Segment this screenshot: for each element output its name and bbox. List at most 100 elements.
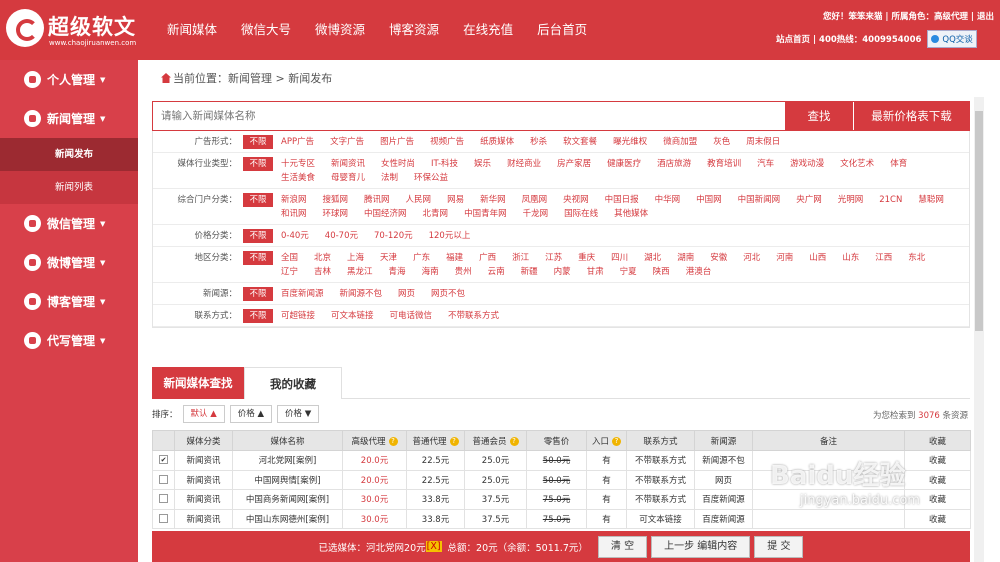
nav-recharge[interactable]: 在线充值 (451, 0, 525, 60)
table-cell[interactable]: 收藏 (904, 508, 971, 529)
filter-option[interactable]: 慧聪网 (918, 193, 944, 207)
filter-option[interactable]: 海南 (422, 265, 439, 279)
filter-option[interactable]: 黑龙江 (347, 265, 373, 279)
filter-option[interactable]: IT-科技 (431, 157, 458, 171)
prev-step-button[interactable]: 上一步 编辑内容 (651, 535, 751, 558)
row-checkbox[interactable] (159, 494, 168, 504)
filter-option[interactable]: 湖北 (644, 251, 661, 265)
filter-all-badge[interactable]: 不限 (243, 193, 273, 207)
filter-option[interactable]: 可超链接 (281, 309, 315, 323)
nav-blog[interactable]: 博客资源 (377, 0, 451, 60)
filter-option[interactable]: 新闻资讯 (331, 157, 365, 171)
table-cell[interactable]: 收藏 (904, 469, 971, 490)
sidebar-item-news[interactable]: 新闻管理 ▼ (0, 99, 138, 138)
filter-option[interactable]: 可电话微信 (390, 309, 433, 323)
filter-option[interactable]: 可文本链接 (331, 309, 374, 323)
filter-option[interactable]: 东北 (908, 251, 925, 265)
filter-option[interactable]: 十元专区 (281, 157, 315, 171)
filter-option[interactable]: 陕西 (653, 265, 670, 279)
filter-option[interactable]: 文化艺术 (840, 157, 874, 171)
scrollbar-thumb[interactable] (975, 111, 983, 331)
nav-weibo[interactable]: 微博资源 (303, 0, 377, 60)
nav-admin-home[interactable]: 后台首页 (525, 0, 599, 60)
filter-option[interactable]: 新疆 (521, 265, 538, 279)
filter-option[interactable]: 央广网 (796, 193, 822, 207)
filter-option[interactable]: 曝光维权 (613, 135, 647, 149)
filter-option[interactable]: 广东 (413, 251, 430, 265)
filter-option[interactable]: 70-120元 (374, 229, 413, 243)
filter-option[interactable]: 四川 (611, 251, 628, 265)
row-checkbox[interactable] (159, 474, 168, 484)
filter-option[interactable]: 央视网 (563, 193, 589, 207)
filter-all-badge[interactable]: 不限 (243, 135, 273, 149)
sidebar-item-wechat[interactable]: 微信管理 ▼ (0, 204, 138, 243)
sidebar-sub-news-list[interactable]: 新闻列表 (0, 171, 138, 204)
filter-option[interactable]: 北青网 (423, 207, 449, 221)
filter-option[interactable]: 财经商业 (507, 157, 541, 171)
filter-option[interactable]: 福建 (446, 251, 463, 265)
filter-option[interactable]: 山东 (842, 251, 859, 265)
filter-option[interactable]: 新闻源不包 (340, 287, 383, 301)
filter-option[interactable]: 教育培训 (707, 157, 741, 171)
filter-option[interactable]: 酒店旅游 (657, 157, 691, 171)
filter-option[interactable]: 法制 (381, 171, 398, 185)
filter-option[interactable]: 新浪网 (281, 193, 307, 207)
filter-option[interactable]: 贵州 (455, 265, 472, 279)
filter-option[interactable]: 千龙网 (523, 207, 549, 221)
sort-default-button[interactable]: 默认 ▲ (182, 405, 225, 423)
home-icon[interactable] (161, 73, 171, 83)
search-input[interactable] (153, 102, 785, 130)
filter-option[interactable]: 全国 (281, 251, 298, 265)
row-checkbox[interactable] (159, 513, 168, 523)
sidebar-item-personal[interactable]: 个人管理 ▼ (0, 60, 138, 99)
sidebar-item-ghostwrite[interactable]: 代写管理 ▼ (0, 321, 138, 360)
filter-option[interactable]: 其他媒体 (614, 207, 648, 221)
filter-option[interactable]: 中国新闻网 (738, 193, 781, 207)
filter-option[interactable]: 母婴育儿 (331, 171, 365, 185)
filter-option[interactable]: 新华网 (480, 193, 506, 207)
filter-option[interactable]: 文字广告 (330, 135, 364, 149)
filter-option[interactable]: 纸质媒体 (480, 135, 514, 149)
filter-option[interactable]: 凤凰网 (522, 193, 548, 207)
filter-option[interactable]: 环保公益 (414, 171, 448, 185)
filter-option[interactable]: 青海 (389, 265, 406, 279)
filter-option[interactable]: 娱乐 (474, 157, 491, 171)
filter-option[interactable]: 中国网 (696, 193, 722, 207)
sidebar-item-blog[interactable]: 博客管理 ▼ (0, 282, 138, 321)
filter-option[interactable]: 安徽 (710, 251, 727, 265)
filter-all-badge[interactable]: 不限 (243, 229, 273, 243)
filter-option[interactable]: 体育 (890, 157, 907, 171)
filter-option[interactable]: 腾讯网 (364, 193, 390, 207)
filter-option[interactable]: 光明网 (838, 193, 864, 207)
tab-favorites[interactable]: 我的收藏 (244, 367, 342, 399)
help-icon[interactable]: ? (449, 436, 459, 446)
filter-option[interactable]: 国际在线 (564, 207, 598, 221)
filter-option[interactable]: 湖南 (677, 251, 694, 265)
filter-option[interactable]: 软文套餐 (563, 135, 597, 149)
filter-option[interactable]: 宁夏 (620, 265, 637, 279)
qq-chat-button[interactable]: QQ交谈 (927, 30, 977, 48)
filter-option[interactable]: 北京 (314, 251, 331, 265)
filter-option[interactable]: 人民网 (406, 193, 432, 207)
filter-option[interactable]: 浙江 (512, 251, 529, 265)
filter-option[interactable]: 中国青年网 (464, 207, 507, 221)
filter-option[interactable]: 内蒙 (554, 265, 571, 279)
row-checkbox[interactable]: ✔ (159, 455, 168, 465)
filter-option[interactable]: 中国日报 (605, 193, 639, 207)
tab-media-search[interactable]: 新闻媒体查找 (152, 367, 244, 399)
nav-news-media[interactable]: 新闻媒体 (155, 0, 229, 60)
price-download-button[interactable]: 最新价格表下载 (853, 102, 969, 130)
submit-button[interactable]: 提 交 (754, 535, 804, 558)
filter-option[interactable]: 房产家居 (557, 157, 591, 171)
filter-option[interactable]: 微商加盟 (663, 135, 697, 149)
filter-option[interactable]: 甘肃 (587, 265, 604, 279)
filter-option[interactable]: APP广告 (281, 135, 314, 149)
filter-option[interactable]: 视频广告 (430, 135, 464, 149)
filter-option[interactable]: 游戏动漫 (790, 157, 824, 171)
filter-option[interactable]: 汽车 (757, 157, 774, 171)
filter-option[interactable]: 江苏 (545, 251, 562, 265)
filter-option[interactable]: 天津 (380, 251, 397, 265)
filter-option[interactable]: 山西 (809, 251, 826, 265)
filter-option[interactable]: 120元以上 (429, 229, 471, 243)
filter-option[interactable]: 中国经济网 (364, 207, 407, 221)
